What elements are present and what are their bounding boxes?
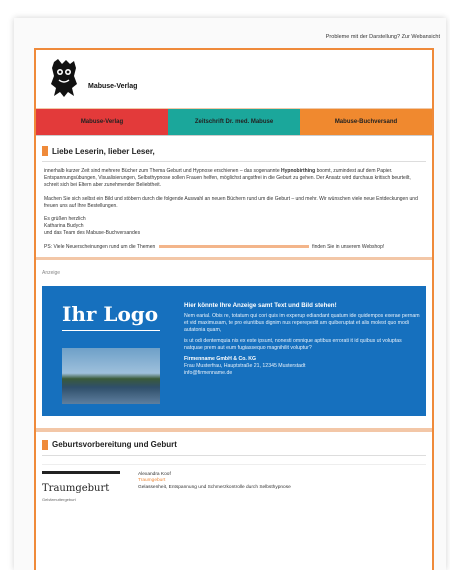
ad-logo: Ihr Logo [62, 301, 159, 326]
section-geburt: Geburtsvorbereitung und Geburt Traumgebu… [36, 439, 432, 505]
section-divider [36, 256, 432, 260]
newsletter-header: Mabuse-Verlag [36, 50, 432, 109]
ad-address: Frau Musterfrau, Hauptstraße 21, 12345 M… [184, 362, 306, 369]
greeting-line-3: und das Team des Mabuse-Buchversandes [44, 230, 141, 237]
letter-heading-text: Liebe Leserin, lieber Leser, [52, 146, 155, 156]
advertisement[interactable]: Ihr Logo Hier könnte Ihre Anzeige samt T… [42, 285, 426, 416]
book-entry[interactable]: Traumgeburt Gebärmuttergeburt Alexandra … [42, 463, 426, 505]
book-cover-bar [42, 470, 120, 474]
ad-email[interactable]: info@firmenname.de [184, 370, 420, 377]
letter-paragraph-1: innerhalb kurzer Zeit sind mehrere Büche… [44, 168, 424, 190]
letter-heading: Liebe Leserin, lieber Leser, [42, 146, 426, 162]
letter-greeting: Es grüßen herzlich Katharina Budych und … [44, 216, 424, 238]
mabuse-logo-icon [51, 59, 77, 97]
main-nav: Mabuse-Verlag Zeitschrift Dr. med. Mabus… [36, 109, 432, 136]
letter-p1-start: innerhalb kurzer Zeit sind mehrere Büche… [44, 168, 280, 174]
newsletter-frame: Mabuse-Verlag Mabuse-Verlag Zeitschrift … [34, 48, 434, 570]
letter-paragraph-2: Machen Sie sich selbst ein Bild und stöb… [44, 195, 418, 209]
book-cover[interactable]: Traumgeburt Gebärmuttergeburt [42, 470, 120, 505]
greeting-line-2: Katharina Budych [44, 223, 84, 230]
ad-body-1: Nem earial. Obis re, totatum qui cori qu… [184, 312, 420, 333]
letter-p1-bold: Hypnobirthing [281, 168, 316, 174]
ad-text: Hier könnte Ihre Anzeige samt Text und B… [184, 302, 420, 377]
ad-logo-underline [62, 329, 160, 332]
tab-buchversand[interactable]: Mabuse-Buchversand [300, 109, 432, 135]
web-view-link[interactable]: Probleme mit der Darstellung? Zur Webans… [326, 34, 440, 40]
book-cover-title: Traumgeburt [42, 482, 110, 494]
greeting-line-1: Es grüßen herzlich [44, 216, 86, 223]
ad-company: Firmenname GmbH & Co. KG [184, 355, 257, 362]
ad-headline: Hier könnte Ihre Anzeige samt Text und B… [184, 301, 337, 309]
ad-label: Anzeige [42, 269, 61, 276]
letter-body: innerhalb kurzer Zeit sind mehrere Büche… [36, 162, 432, 251]
letter-ps: PS: Viele Neuerscheinungen rund um die T… [44, 244, 424, 251]
brand-name: Mabuse-Verlag [88, 83, 138, 90]
book-cover-subtitle: Gebärmuttergeburt [42, 496, 76, 502]
ps-start: PS: Viele Neuerscheinungen rund um die T… [44, 243, 156, 250]
email-page: Probleme mit der Darstellung? Zur Webans… [14, 18, 446, 570]
ad-body-2: is ut odi dentemquia nis ex este ipsunt,… [184, 337, 402, 351]
section-geburt-heading: Geburtsvorbereitung und Geburt [42, 439, 426, 456]
ps-end: finden Sie in unserem Webshop! [312, 243, 385, 250]
ps-topic-links[interactable] [158, 244, 309, 248]
section-geburt-heading-text: Geburtsvorbereitung und Geburt [52, 440, 177, 450]
heading-marker [42, 146, 48, 156]
heading-marker-2 [42, 439, 48, 450]
top-bar: Probleme mit der Darstellung? Zur Webans… [14, 18, 446, 42]
tab-zeitschrift[interactable]: Zeitschrift Dr. med. Mabuse [168, 109, 300, 135]
ad-photo [62, 347, 160, 404]
book-description: Gelassenheit, Entspannung und Schmerzkon… [138, 484, 291, 490]
section-divider-2 [36, 427, 432, 432]
tab-mabuse-verlag[interactable]: Mabuse-Verlag [36, 109, 168, 135]
book-info: Alexandra Koof Traumgeburt Gelassenheit,… [138, 471, 291, 505]
